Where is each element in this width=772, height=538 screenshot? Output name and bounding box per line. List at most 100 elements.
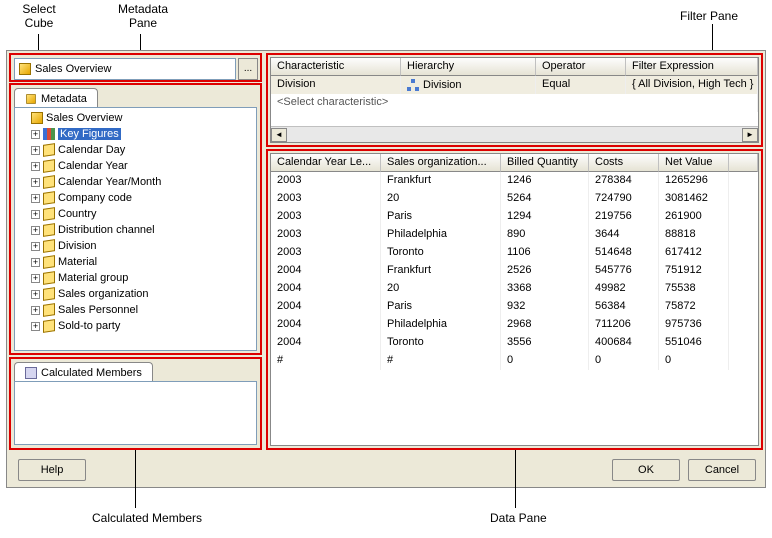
tree-dimension[interactable]: +Calendar Year xyxy=(17,158,254,174)
metadata-tree[interactable]: Sales Overview + Key Figures +Calendar D… xyxy=(14,107,257,351)
tree-key-figures[interactable]: + Key Figures xyxy=(17,126,254,142)
filter-operator[interactable]: Equal xyxy=(536,76,626,94)
table-row[interactable]: ##000 xyxy=(271,352,758,370)
table-row[interactable]: 2004Frankfurt2526545776751912 xyxy=(271,262,758,280)
expander-icon[interactable]: + xyxy=(31,162,40,171)
filter-hierarchy[interactable]: Division xyxy=(401,76,536,94)
tree-dimension[interactable]: +Company code xyxy=(17,190,254,206)
tree-dimension[interactable]: +Sales organization xyxy=(17,286,254,302)
tab-metadata-label: Metadata xyxy=(41,93,87,105)
tab-calculated-members[interactable]: Calculated Members xyxy=(14,362,153,382)
table-cell: 514648 xyxy=(589,244,659,262)
cube-selector[interactable]: Sales Overview xyxy=(14,58,236,80)
cube-icon xyxy=(19,63,31,75)
tree-dimension[interactable]: +Material xyxy=(17,254,254,270)
expander-icon[interactable]: + xyxy=(31,274,40,283)
expander-icon[interactable]: + xyxy=(31,210,40,219)
table-cell: 751912 xyxy=(659,262,729,280)
filter-grid[interactable]: CharacteristicHierarchyOperatorFilter Ex… xyxy=(270,57,759,143)
calc-members-list[interactable] xyxy=(14,381,257,445)
table-cell: 3556 xyxy=(501,334,589,352)
filter-header[interactable]: Characteristic xyxy=(271,58,401,76)
table-cell: 2003 xyxy=(271,226,381,244)
table-cell: 3644 xyxy=(589,226,659,244)
dimension-icon xyxy=(43,287,55,301)
table-cell: 2004 xyxy=(271,280,381,298)
tree-dimension[interactable]: +Distribution channel xyxy=(17,222,254,238)
cube-name: Sales Overview xyxy=(35,63,111,75)
table-row[interactable]: 2003Philadelphia890364488818 xyxy=(271,226,758,244)
expander-icon[interactable]: + xyxy=(31,178,40,187)
table-cell: 0 xyxy=(501,352,589,370)
tree-dimension[interactable]: +Calendar Day xyxy=(17,142,254,158)
filter-placeholder[interactable]: <Select characteristic> xyxy=(271,94,758,112)
help-button[interactable]: Help xyxy=(18,459,86,481)
expander-icon[interactable]: + xyxy=(31,290,40,299)
table-row[interactable]: 2003Toronto1106514648617412 xyxy=(271,244,758,262)
expander-icon[interactable]: + xyxy=(31,322,40,331)
scroll-left-icon[interactable]: ◄ xyxy=(271,128,287,142)
dimension-icon xyxy=(43,159,55,173)
table-cell: 20 xyxy=(381,280,501,298)
table-cell: 2003 xyxy=(271,208,381,226)
ok-button[interactable]: OK xyxy=(612,459,680,481)
data-grid[interactable]: Calendar Year Le...Sales organization...… xyxy=(270,153,759,446)
tree-dimension[interactable]: +Division xyxy=(17,238,254,254)
table-cell: 1294 xyxy=(501,208,589,226)
expander-icon[interactable]: + xyxy=(31,130,40,139)
dimension-icon xyxy=(43,271,55,285)
filter-scrollbar[interactable]: ◄ ► xyxy=(271,126,758,142)
table-cell: 75872 xyxy=(659,298,729,316)
table-row[interactable]: 2004Philadelphia2968711206975736 xyxy=(271,316,758,334)
table-cell: 88818 xyxy=(659,226,729,244)
dimension-icon xyxy=(43,303,55,317)
table-row[interactable]: 2003Paris1294219756261900 xyxy=(271,208,758,226)
cancel-button[interactable]: Cancel xyxy=(688,459,756,481)
expander-icon[interactable]: + xyxy=(31,306,40,315)
tab-metadata[interactable]: Metadata xyxy=(14,88,98,108)
table-cell: 2004 xyxy=(271,334,381,352)
table-row[interactable]: 2004Toronto3556400684551046 xyxy=(271,334,758,352)
filter-expression[interactable]: { All Division, High Tech } xyxy=(626,76,758,94)
filter-header[interactable]: Operator xyxy=(536,58,626,76)
filter-header[interactable]: Hierarchy xyxy=(401,58,536,76)
table-cell: 0 xyxy=(589,352,659,370)
tree-dimension[interactable]: +Country xyxy=(17,206,254,222)
table-cell: 2004 xyxy=(271,316,381,334)
filter-header[interactable]: Filter Expression xyxy=(626,58,758,76)
table-row[interactable]: 20032052647247903081462 xyxy=(271,190,758,208)
data-header[interactable]: Costs xyxy=(589,154,659,172)
scroll-right-icon[interactable]: ► xyxy=(742,128,758,142)
expander-icon[interactable]: + xyxy=(31,226,40,235)
table-cell: 551046 xyxy=(659,334,729,352)
tree-dimension[interactable]: +Sold-to party xyxy=(17,318,254,334)
browse-cube-button[interactable]: ... xyxy=(238,58,258,80)
table-cell: 2003 xyxy=(271,244,381,262)
dimension-icon xyxy=(43,319,55,333)
table-cell: 932 xyxy=(501,298,589,316)
data-header[interactable]: Net Value xyxy=(659,154,729,172)
tree-dimension[interactable]: +Calendar Year/Month xyxy=(17,174,254,190)
table-cell: 2004 xyxy=(271,262,381,280)
tree-root[interactable]: Sales Overview xyxy=(17,110,254,126)
dimension-icon xyxy=(43,191,55,205)
data-header[interactable]: Billed Quantity xyxy=(501,154,589,172)
table-row[interactable]: 2003Frankfurt12462783841265296 xyxy=(271,172,758,190)
tree-dimension[interactable]: +Sales Personnel xyxy=(17,302,254,318)
table-cell: 2003 xyxy=(271,190,381,208)
data-header[interactable]: Sales organization... xyxy=(381,154,501,172)
expander-icon[interactable]: + xyxy=(31,258,40,267)
table-cell: # xyxy=(271,352,381,370)
table-cell: 617412 xyxy=(659,244,729,262)
tree-dimension[interactable]: +Material group xyxy=(17,270,254,286)
table-cell: 2004 xyxy=(271,298,381,316)
table-row[interactable]: 2004Paris9325638475872 xyxy=(271,298,758,316)
expander-icon[interactable]: + xyxy=(31,146,40,155)
tab-calc-label: Calculated Members xyxy=(41,367,142,379)
data-header[interactable]: Calendar Year Le... xyxy=(271,154,381,172)
table-row[interactable]: 20042033684998275538 xyxy=(271,280,758,298)
table-cell: Frankfurt xyxy=(381,172,501,190)
filter-characteristic[interactable]: Division xyxy=(271,76,401,94)
expander-icon[interactable]: + xyxy=(31,242,40,251)
expander-icon[interactable]: + xyxy=(31,194,40,203)
